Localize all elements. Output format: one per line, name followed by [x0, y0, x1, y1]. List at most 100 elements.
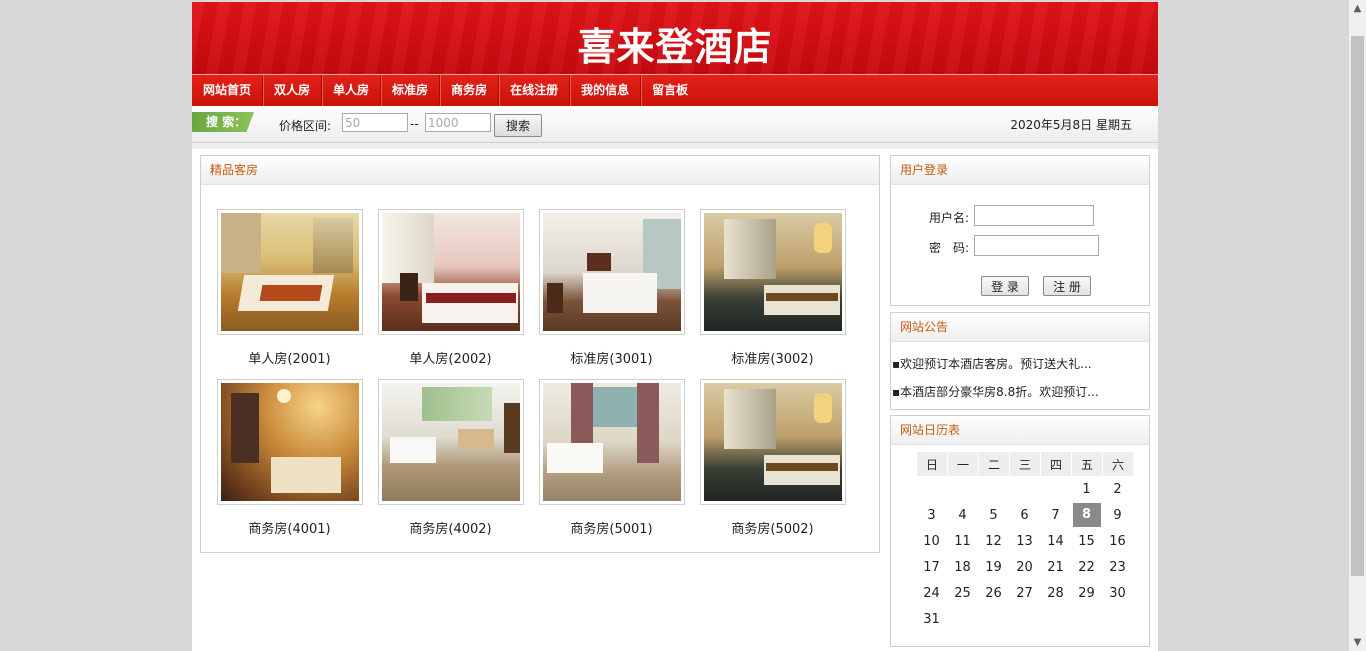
calendar-day[interactable]: 7 [1040, 502, 1071, 528]
calendar-day[interactable]: 6 [1009, 502, 1040, 528]
room-photo-frame[interactable] [699, 379, 846, 505]
nav-item-business-room[interactable]: 商务房 [440, 75, 500, 106]
room-card[interactable]: 单人房(2002) [370, 209, 531, 367]
room-name[interactable]: 单人房(2001) [209, 348, 370, 367]
calendar-day [1009, 476, 1040, 502]
calendar-day[interactable]: 3 [916, 502, 947, 528]
calendar-day[interactable]: 21 [1040, 554, 1071, 580]
room-name[interactable]: 单人房(2002) [370, 348, 531, 367]
room-name[interactable]: 商务房(4001) [209, 518, 370, 537]
room-name[interactable]: 商务房(5001) [531, 518, 692, 537]
search-button[interactable]: 搜索 [494, 114, 542, 137]
site-title: 喜来登酒店 [577, 25, 773, 69]
page-container: 喜来登酒店 网站首页 双人房 单人房 标准房 商务房 在线注册 我的信息 留言板… [192, 2, 1158, 651]
calendar-day[interactable]: 22 [1071, 554, 1102, 580]
search-tag: 搜 索： [192, 112, 254, 132]
password-label: 密 码: [929, 241, 970, 255]
room-card[interactable]: 商务房(5002) [692, 379, 853, 537]
featured-rooms-title: 精品客房 [201, 156, 879, 185]
login-button[interactable]: 登 录 [981, 276, 1029, 296]
calendar-day[interactable]: 17 [916, 554, 947, 580]
room-name[interactable]: 标准房(3001) [531, 348, 692, 367]
calendar-day[interactable]: 11 [947, 528, 978, 554]
nav-item-register[interactable]: 在线注册 [499, 75, 571, 106]
window-hotel-room-photo [542, 383, 681, 501]
login-panel: 用户登录 用户名: 密 码: 登 录 注 册 [890, 155, 1150, 306]
calendar-day[interactable]: 25 [947, 580, 978, 606]
weekday-header: 六 [1102, 452, 1133, 476]
calendar-day[interactable]: 31 [916, 606, 947, 632]
room-card[interactable]: 单人房(2001) [209, 209, 370, 367]
pink-hotel-room-photo [381, 213, 520, 331]
password-input[interactable] [974, 235, 1099, 256]
nav-item-my-info[interactable]: 我的信息 [570, 75, 642, 106]
calendar-day[interactable]: 27 [1009, 580, 1040, 606]
room-card[interactable]: 商务房(4002) [370, 379, 531, 537]
room-photo-frame[interactable] [538, 379, 685, 505]
weekday-header: 二 [978, 452, 1009, 476]
max-price-input[interactable] [425, 113, 491, 132]
min-price-input[interactable] [342, 113, 408, 132]
nav-item-standard-room[interactable]: 标准房 [381, 75, 441, 106]
room-name[interactable]: 商务房(5002) [692, 518, 853, 537]
calendar-day[interactable]: 16 [1102, 528, 1133, 554]
calendar-day[interactable]: 14 [1040, 528, 1071, 554]
calendar-day[interactable]: 28 [1040, 580, 1071, 606]
calendar-day[interactable]: 30 [1102, 580, 1133, 606]
calendar-day[interactable]: 19 [978, 554, 1009, 580]
room-photo-frame[interactable] [377, 209, 524, 335]
calendar-day[interactable]: 5 [978, 502, 1009, 528]
calendar-day[interactable]: 10 [916, 528, 947, 554]
notice-title: 网站公告 [891, 313, 1149, 342]
scroll-thumb[interactable] [1351, 36, 1364, 576]
vertical-scrollbar[interactable]: ▲ ▼ [1349, 0, 1366, 651]
room-card[interactable]: 标准房(3001) [531, 209, 692, 367]
room-photo-frame[interactable] [216, 379, 363, 505]
price-separator: -- [410, 117, 419, 131]
calendar-day[interactable]: 9 [1102, 502, 1133, 528]
room-card[interactable]: 商务房(5001) [531, 379, 692, 537]
calendar-day[interactable]: 1 [1071, 476, 1102, 502]
weekday-header: 三 [1009, 452, 1040, 476]
weekday-header: 一 [947, 452, 978, 476]
price-range-label: 价格区间: [279, 119, 332, 133]
nav-item-home[interactable]: 网站首页 [192, 75, 264, 106]
room-photo-frame[interactable] [538, 209, 685, 335]
room-card[interactable]: 商务房(4001) [209, 379, 370, 537]
room-card[interactable]: 标准房(3002) [692, 209, 853, 367]
nav-item-single-room[interactable]: 单人房 [322, 75, 382, 106]
calendar-day[interactable]: 8 [1071, 502, 1102, 528]
calendar-day[interactable]: 13 [1009, 528, 1040, 554]
room-name[interactable]: 标准房(3002) [692, 348, 853, 367]
search-bar: 搜 索： 价格区间: -- 搜索 2020年5月8日 星期五 [192, 106, 1158, 143]
calendar-day[interactable]: 29 [1071, 580, 1102, 606]
calendar-day[interactable]: 20 [1009, 554, 1040, 580]
calendar-day[interactable]: 26 [978, 580, 1009, 606]
scroll-up-arrow-icon[interactable]: ▲ [1349, 0, 1366, 17]
site-banner: 喜来登酒店 [192, 2, 1158, 74]
nav-item-message-board[interactable]: 留言板 [641, 75, 699, 106]
room-photo-frame[interactable] [377, 379, 524, 505]
nav-item-double-room[interactable]: 双人房 [263, 75, 323, 106]
notice-item[interactable]: ▪本酒店部分豪华房8.8折。欢迎预订... [892, 383, 1099, 400]
room-photo-frame[interactable] [699, 209, 846, 335]
room-photo-frame[interactable] [216, 209, 363, 335]
scroll-down-arrow-icon[interactable]: ▼ [1349, 634, 1366, 651]
calendar-day[interactable]: 15 [1071, 528, 1102, 554]
calendar-day[interactable]: 2 [1102, 476, 1133, 502]
calendar-day[interactable]: 24 [916, 580, 947, 606]
calendar-day [916, 476, 947, 502]
divider-strip [192, 143, 1158, 149]
calendar-grid: 日 一 二 三 四 五 六 1 2 3 4 5 6 7 8 9 10 11 12 13 14 15 16 17 1… [916, 452, 1133, 632]
featured-rooms-panel: 精品客房 单人房(2001) 单人房(2002) 标准房(3001) 标准房(3… [200, 155, 880, 553]
notice-item[interactable]: ▪欢迎预订本酒店客房。预订送大礼... [892, 355, 1092, 372]
register-button[interactable]: 注 册 [1043, 276, 1091, 296]
room-name[interactable]: 商务房(4002) [370, 518, 531, 537]
calendar-day[interactable]: 18 [947, 554, 978, 580]
calendar-day[interactable]: 23 [1102, 554, 1133, 580]
calendar-day [978, 476, 1009, 502]
username-input[interactable] [974, 205, 1094, 226]
calendar-day[interactable]: 4 [947, 502, 978, 528]
calendar-day[interactable]: 12 [978, 528, 1009, 554]
current-date: 2020年5月8日 星期五 [1010, 118, 1132, 132]
